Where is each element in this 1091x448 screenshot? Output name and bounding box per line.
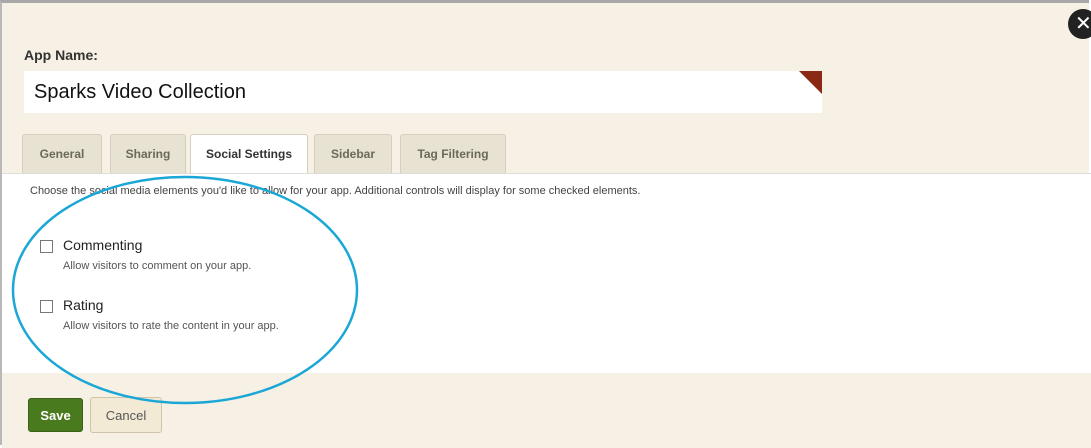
panel-description: Choose the social media elements you'd l… (30, 185, 641, 197)
cancel-button[interactable]: Cancel (90, 397, 162, 433)
app-settings-dialog: ✕ App Name: General Sharing Social Setti… (0, 0, 1091, 448)
tab-social-settings[interactable]: Social Settings (190, 134, 308, 174)
rating-checkbox[interactable] (40, 300, 53, 313)
commenting-checkbox[interactable] (40, 240, 53, 253)
tab-general[interactable]: General (22, 134, 102, 173)
app-name-label: App Name: (24, 47, 98, 63)
rating-help: Allow visitors to rate the content in yo… (63, 320, 279, 332)
close-icon[interactable]: ✕ (1068, 9, 1091, 39)
corner-flag-icon (799, 71, 822, 94)
rating-label[interactable]: Rating (63, 297, 103, 313)
social-settings-panel: Choose the social media elements you'd l… (2, 173, 1091, 374)
tab-tag-filtering[interactable]: Tag Filtering (400, 134, 506, 173)
commenting-label[interactable]: Commenting (63, 237, 142, 253)
commenting-help: Allow visitors to comment on your app. (63, 260, 252, 272)
tab-sharing[interactable]: Sharing (110, 134, 186, 173)
dialog-footer: Save Cancel (2, 373, 1091, 448)
tab-sidebar[interactable]: Sidebar (314, 134, 392, 173)
save-button[interactable]: Save (28, 398, 83, 432)
app-name-input[interactable] (24, 71, 822, 113)
